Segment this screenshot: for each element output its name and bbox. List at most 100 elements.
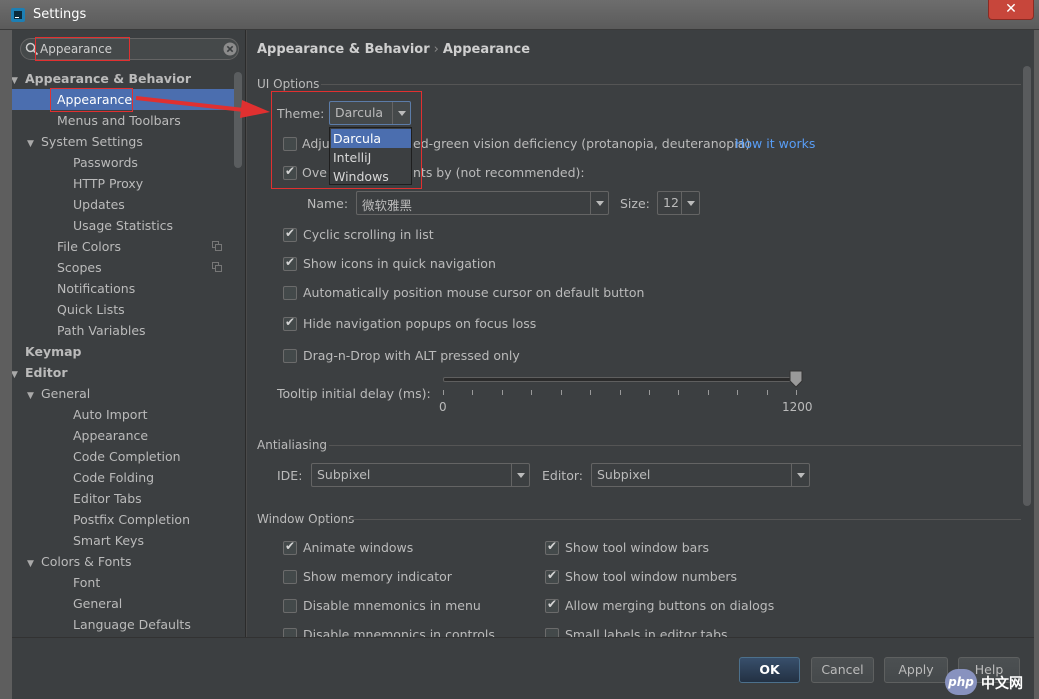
annotation-box-theme [271,91,422,189]
breadcrumb-parent: Appearance & Behavior [257,42,430,57]
override-fonts-label-suffix: nts by (not recommended): [413,165,585,180]
tree-expand-arrow-icon[interactable]: ▼ [27,134,41,155]
how-it-works-link[interactable]: How it works [735,136,815,151]
sidebar-item-label: HTTP Proxy [73,176,144,191]
slider-tick [501,390,503,395]
ui-option-checkbox[interactable] [283,315,297,331]
sidebar-item-smart-keys[interactable]: Smart Keys [73,530,144,551]
sidebar-item-appearance-behavior[interactable]: ▼Appearance & Behavior [12,68,191,89]
ide-antialiasing-combo[interactable]: Subpixel [311,463,530,487]
sidebar-item-notifications[interactable]: Notifications [57,278,135,299]
ui-option-label: Drag-n-Drop with ALT pressed only [303,348,520,363]
sidebar-item-scopes[interactable]: Scopes [57,257,222,278]
sidebar-item-label: General [73,596,123,611]
chevron-down-icon [791,464,809,486]
sidebar-item-auto-import[interactable]: Auto Import [73,404,147,425]
tree-expand-arrow-icon[interactable]: ▼ [27,554,41,575]
sidebar-item-label: Quick Lists [57,302,125,317]
window-option-checkbox[interactable] [283,628,297,637]
slider-tick [531,390,533,395]
window-close-button[interactable]: ✕ [988,0,1034,20]
sidebar-item-label: Auto Import [73,407,148,422]
slider-tick [590,390,592,395]
sidebar-item-usage-statistics[interactable]: Usage Statistics [73,215,173,236]
apply-button[interactable]: Apply [884,657,948,683]
window-option-checkbox[interactable] [545,597,559,613]
copy-settings-icon [212,262,222,272]
ui-option-checkbox[interactable] [283,255,297,271]
editor-antialiasing-combo[interactable]: Subpixel [591,463,810,487]
tooltip-delay-slider-thumb[interactable] [789,370,803,388]
content-scrollbar[interactable] [1023,66,1031,506]
editor-antialiasing-value: Subpixel [597,467,651,482]
sidebar-item-label: Notifications [57,281,136,296]
window-option-checkbox[interactable] [545,628,559,637]
sidebar-item-appearance[interactable]: Appearance [73,425,148,446]
font-size-combo[interactable]: 12 [657,191,700,215]
sidebar-item-label: Passwords [73,155,138,170]
slider-tick [443,390,444,395]
ui-option-label: Cyclic scrolling in list [303,227,434,242]
chevron-down-icon [511,464,529,486]
tree-expand-arrow-icon[interactable]: ▼ [12,365,25,386]
sidebar-item-label: Language Defaults [73,617,191,632]
chevron-down-icon [681,192,699,214]
sidebar-item-path-variables[interactable]: Path Variables [57,320,146,341]
sidebar-item-editor-tabs[interactable]: Editor Tabs [73,488,142,509]
sidebar-item-general[interactable]: ▼ General [27,383,90,404]
window-option-checkbox[interactable] [283,599,297,613]
editor-antialiasing-label: Editor: [542,468,583,483]
sidebar-item-keymap[interactable]: Keymap [25,341,82,362]
ui-option-checkbox[interactable] [283,286,297,300]
sidebar-item-system-settings[interactable]: ▼ System Settings [27,131,143,152]
antialiasing-title: Antialiasing [257,438,328,452]
sidebar-item-file-colors[interactable]: File Colors [57,236,222,257]
clear-search-icon[interactable] [223,42,237,56]
breadcrumb-separator: › [433,42,439,57]
copy-settings-icon [212,241,222,251]
window-option-checkbox[interactable] [545,539,559,555]
window-option-checkbox[interactable] [545,568,559,584]
window-title: Settings [33,7,87,22]
ui-options-divider [321,84,1021,85]
font-name-combo[interactable]: 微软雅黑 [356,191,609,215]
window-option-label: Small labels in editor tabs [565,627,728,637]
sidebar-item-label: File Colors [57,239,122,254]
sidebar-item-postfix-completion[interactable]: Postfix Completion [73,509,190,530]
intellij-app-icon [11,8,25,22]
ide-antialiasing-value: Subpixel [317,467,371,482]
sidebar-scrollbar[interactable] [234,72,242,168]
ui-option-checkbox[interactable] [283,226,297,242]
sidebar-item-code-completion[interactable]: Code Completion [73,446,181,467]
window-option-label: Show tool window bars [565,540,709,555]
ui-option-checkbox[interactable] [283,349,297,363]
tooltip-delay-slider-track[interactable] [443,377,795,382]
tree-expand-arrow-icon[interactable]: ▼ [27,386,41,407]
annotation-arrow [135,96,270,118]
window-frame-left [0,30,12,699]
sidebar-item-general[interactable]: General [73,593,122,614]
slider-tick [560,390,562,395]
title-bar: Settings ✕ [0,0,1039,30]
ui-option-label: Hide navigation popups on focus loss [303,316,537,331]
sidebar-item-language-defaults[interactable]: Language Defaults [73,614,191,635]
sidebar-item-code-folding[interactable]: Code Folding [73,467,154,488]
sidebar-item-updates[interactable]: Updates [73,194,125,215]
sidebar-item-colors-fonts[interactable]: ▼ Colors & Fonts [27,551,132,572]
slider-max-label: 1200 [782,400,813,414]
dialog-button-bar: OK Cancel Apply Help [12,637,1034,699]
sidebar-item-label: Code Folding [73,470,155,485]
cancel-button[interactable]: Cancel [811,657,874,683]
sidebar-item-quick-lists[interactable]: Quick Lists [57,299,125,320]
antialiasing-divider [329,445,1021,446]
ok-button[interactable]: OK [739,657,800,683]
window-option-checkbox[interactable] [283,539,297,555]
sidebar-item-http-proxy[interactable]: HTTP Proxy [73,173,143,194]
sidebar-item-font[interactable]: Font [73,572,100,593]
sidebar-item-editor[interactable]: ▼Editor [12,362,68,383]
sidebar-item-label: Editor [25,365,68,380]
window-option-checkbox[interactable] [283,570,297,584]
chevron-down-icon [590,192,608,214]
sidebar-item-label: Updates [73,197,125,212]
sidebar-item-passwords[interactable]: Passwords [73,152,138,173]
